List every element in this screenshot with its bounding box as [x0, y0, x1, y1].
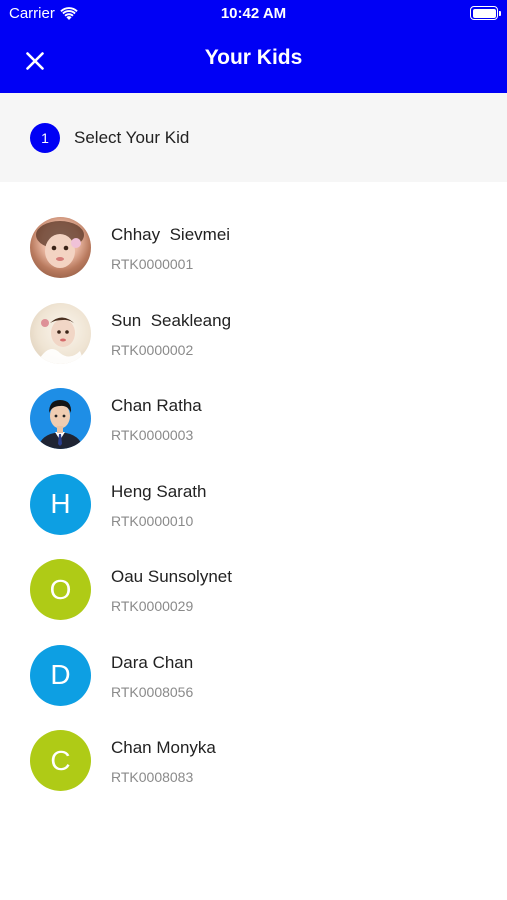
kid-list-item[interactable]: Chhay Sievmei RTK0000001 — [0, 205, 507, 291]
kid-list-item[interactable]: C Chan Monyka RTK0008083 — [0, 718, 507, 804]
kid-list-item[interactable]: O Oau Sunsolynet RTK0000029 — [0, 547, 507, 633]
kid-avatar-photo — [30, 217, 91, 278]
kid-id: RTK0000002 — [111, 341, 194, 358]
kid-id: RTK0008056 — [111, 683, 194, 700]
kid-id: RTK0000029 — [111, 598, 194, 614]
kid-list-item[interactable]: Chan Ratha RTK0000003 — [0, 376, 507, 462]
kid-id: RTK0000001 — [111, 256, 194, 272]
app-header: Carrier 10:42 AM Your Kids — [0, 0, 507, 93]
step-indicator: 1 Select Your Kid — [0, 93, 507, 182]
kid-name: Chan Monyka — [111, 738, 216, 757]
kid-avatar-initial: D — [30, 644, 91, 706]
kid-list-item[interactable]: D Dara Chan RTK0008056 — [0, 633, 507, 719]
kid-id: RTK0000003 — [111, 427, 194, 443]
kid-avatar-initial: H — [30, 473, 91, 535]
kid-name: Oau Sunsolynet — [111, 567, 232, 586]
navigation-bar: Your Kids — [0, 28, 507, 93]
step-number-badge: 1 — [30, 123, 60, 153]
kid-list-item[interactable]: Sun Seakleang RTK0000002 — [0, 291, 507, 377]
status-bar: Carrier 10:42 AM — [0, 0, 507, 28]
battery-icon — [470, 6, 501, 20]
kid-id: RTK0000010 — [111, 512, 194, 529]
kid-name: Chan Ratha — [111, 396, 202, 415]
page-title: Your Kids — [204, 46, 303, 69]
status-time: 10:42 AM — [220, 5, 287, 22]
kid-name: Dara Chan — [111, 652, 194, 672]
kid-name: Sun Seakleang — [111, 310, 232, 330]
kid-id: RTK0008083 — [111, 769, 194, 785]
kid-list-item[interactable]: H Heng Sarath RTK0000010 — [0, 462, 507, 548]
kid-avatar-photo — [30, 388, 91, 449]
kid-avatar-initial: C — [30, 730, 91, 791]
kid-list: Chhay Sievmei RTK0000001 Sun Seakleang R… — [0, 205, 507, 804]
step-label: Select Your Kid — [74, 128, 190, 147]
kid-name: Heng Sarath — [111, 481, 207, 501]
kid-avatar-initial: O — [30, 559, 91, 620]
kid-name: Chhay Sievmei — [111, 225, 231, 244]
kid-avatar-photo — [30, 302, 91, 364]
